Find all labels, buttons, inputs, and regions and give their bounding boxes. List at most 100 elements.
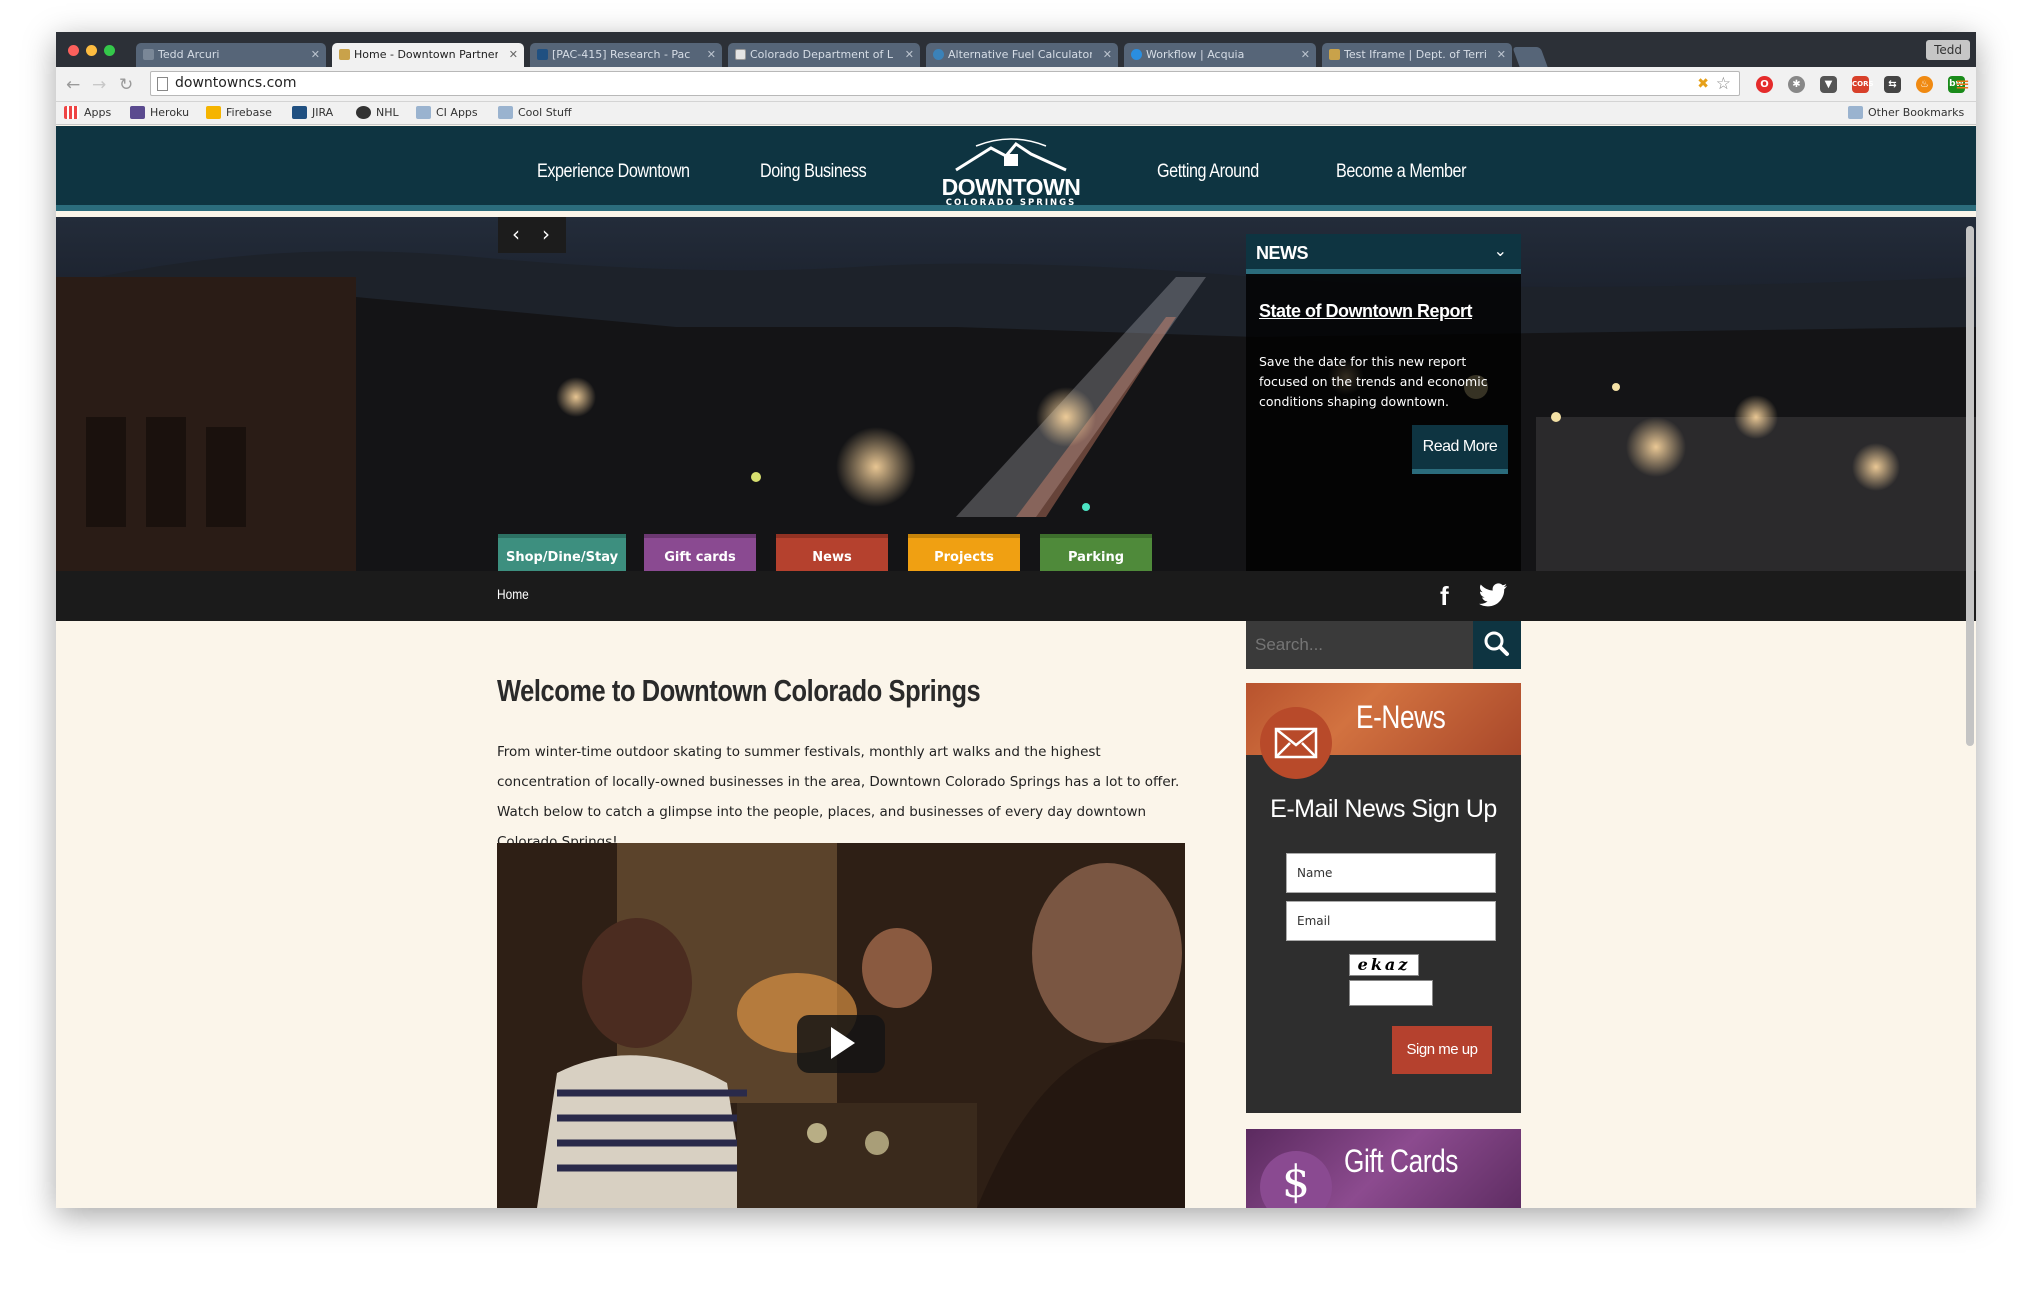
cors-icon[interactable]: CORS xyxy=(1852,76,1874,93)
tab-close-icon[interactable]: ✕ xyxy=(905,43,914,67)
bug-icon[interactable]: ✱ xyxy=(1788,76,1805,93)
tab-close-icon[interactable]: ✕ xyxy=(707,43,716,67)
email-field[interactable]: Email xyxy=(1286,901,1496,941)
new-tab-button[interactable] xyxy=(1512,47,1548,67)
tab[interactable]: Colorado Department of L ✕ xyxy=(728,43,920,67)
mountain-logo-icon xyxy=(955,138,1067,172)
captcha-image: ekaz xyxy=(1349,954,1419,976)
minimize-window-button[interactable] xyxy=(86,45,97,56)
category-gift-cards[interactable]: Gift cards xyxy=(644,534,756,571)
gift-cards-widget[interactable]: $ Gift Cards xyxy=(1246,1129,1521,1208)
news-panel: NEWS ⌄ State of Downtown Report Save the… xyxy=(1246,234,1521,571)
bookmark-star-icon[interactable]: ☆ xyxy=(1716,74,1731,94)
tab-close-icon[interactable]: ✕ xyxy=(1497,43,1506,67)
search-box xyxy=(1246,621,1521,669)
other-bookmarks[interactable]: Other Bookmarks xyxy=(1848,106,1964,119)
chevron-down-icon[interactable]: ⌄ xyxy=(1494,241,1507,260)
tab-close-icon[interactable]: ✕ xyxy=(509,43,518,67)
read-more-button[interactable]: Read More xyxy=(1412,425,1508,474)
tab-close-icon[interactable]: ✕ xyxy=(1301,43,1310,67)
zoom-window-button[interactable] xyxy=(104,45,115,56)
tab-title: Test Iframe | Dept. of Terri xyxy=(1344,48,1486,61)
arrows-icon[interactable]: ⇆ xyxy=(1884,76,1901,93)
bookmark-nhl[interactable]: NHL xyxy=(356,106,399,119)
bookmark-apps[interactable]: Apps xyxy=(64,106,111,119)
forward-arrow-icon[interactable]: → xyxy=(92,75,106,95)
captcha-input[interactable] xyxy=(1349,980,1433,1006)
bookmark-jira[interactable]: JIRA xyxy=(292,106,333,119)
twitter-icon[interactable] xyxy=(1478,583,1508,609)
bookmark-heroku[interactable]: Heroku xyxy=(130,106,189,119)
slider-prev-icon[interactable]: ‹ xyxy=(512,222,520,246)
play-icon xyxy=(831,1027,855,1059)
breadcrumb-bar: Home f xyxy=(56,571,1976,621)
breadcrumb-home[interactable]: Home xyxy=(497,586,529,602)
play-button[interactable] xyxy=(797,1015,885,1073)
slider-next-icon[interactable]: › xyxy=(542,222,550,246)
profile-button[interactable]: Tedd xyxy=(1926,40,1970,60)
category-shop-dine-stay[interactable]: Shop/Dine/Stay xyxy=(498,534,626,571)
enews-signup: E-News E-Mail News Sign Up Name Email ek… xyxy=(1246,683,1521,1113)
folder-icon xyxy=(416,106,431,119)
news-headline-link[interactable]: State of Downtown Report xyxy=(1259,301,1472,322)
tab[interactable]: Alternative Fuel Calculator ✕ xyxy=(926,43,1118,67)
category-parking[interactable]: Parking xyxy=(1040,534,1152,571)
facebook-icon[interactable]: f xyxy=(1440,581,1449,612)
nhl-icon xyxy=(356,106,371,119)
bookmarks-bar: Apps Heroku Firebase JIRA NHL CI Apps Co… xyxy=(56,102,1976,125)
bookmark-ci-apps[interactable]: CI Apps xyxy=(416,106,478,119)
menu-icon[interactable]: ≡ xyxy=(1955,74,1970,95)
fire-icon[interactable]: ♨ xyxy=(1916,76,1933,93)
tab-close-icon[interactable]: ✕ xyxy=(311,43,320,67)
page-title: Welcome to Downtown Colorado Springs xyxy=(497,673,981,708)
tab-title: Home - Downtown Partner xyxy=(354,48,498,61)
url-text[interactable]: downtowncs.com xyxy=(175,75,297,91)
tab[interactable]: Workflow | Acquia ✕ xyxy=(1124,43,1316,67)
logo-main-text: DOWNTOWN xyxy=(941,174,1081,200)
news-panel-header[interactable]: NEWS ⌄ xyxy=(1246,234,1521,274)
address-bar[interactable]: downtowncs.com ✖ ☆ xyxy=(150,71,1740,96)
video-player[interactable] xyxy=(497,843,1185,1208)
search-input[interactable] xyxy=(1246,621,1473,669)
reload-icon[interactable]: ↻ xyxy=(119,75,133,95)
bookmark-cool-stuff[interactable]: Cool Stuff xyxy=(498,106,572,119)
tab-title: [PAC-415] Research - Pac xyxy=(552,48,691,61)
back-arrow-icon[interactable]: ← xyxy=(66,75,80,95)
page-scrollbar[interactable] xyxy=(1966,226,1974,746)
page-icon xyxy=(157,77,168,91)
nav-become-a-member[interactable]: Become a Member xyxy=(1336,161,1466,183)
tab-active[interactable]: Home - Downtown Partner ✕ xyxy=(332,43,524,67)
tab-title: Tedd Arcuri xyxy=(158,48,220,61)
opera-icon[interactable]: O xyxy=(1756,76,1773,93)
name-field[interactable]: Name xyxy=(1286,853,1496,893)
bookmark-firebase[interactable]: Firebase xyxy=(206,106,272,119)
sign-me-up-button[interactable]: Sign me up xyxy=(1392,1026,1492,1074)
logo-sub-text: COLORADO SPRINGS xyxy=(945,198,1077,208)
tab-favicon xyxy=(1131,49,1142,60)
folder-icon xyxy=(498,106,513,119)
nav-getting-around[interactable]: Getting Around xyxy=(1157,161,1259,183)
tab[interactable]: Tedd Arcuri ✕ xyxy=(136,43,326,67)
pocket-icon[interactable]: ▼ xyxy=(1820,76,1837,93)
nav-experience-downtown[interactable]: Experience Downtown xyxy=(537,161,690,183)
category-news[interactable]: News xyxy=(776,534,888,571)
tab-favicon xyxy=(933,49,944,60)
intro-paragraph: From winter-time outdoor skating to summ… xyxy=(497,744,1180,850)
category-projects[interactable]: Projects xyxy=(908,534,1020,571)
tab-title: Colorado Department of L xyxy=(750,48,893,61)
extension-puzzle-icon[interactable]: ✖ xyxy=(1697,76,1709,92)
close-window-button[interactable] xyxy=(68,45,79,56)
web-page: Experience Downtown Doing Business DOWNT… xyxy=(56,126,1976,1208)
tab[interactable]: Test Iframe | Dept. of Terri ✕ xyxy=(1322,43,1512,67)
nav-doing-business[interactable]: Doing Business xyxy=(760,161,867,183)
tab-close-icon[interactable]: ✕ xyxy=(1103,43,1112,67)
tab-favicon xyxy=(537,49,548,60)
tab-title: Alternative Fuel Calculator xyxy=(948,48,1092,61)
tab[interactable]: [PAC-415] Research - Pac ✕ xyxy=(530,43,722,67)
search-button[interactable] xyxy=(1473,621,1521,669)
heroku-icon xyxy=(130,106,145,119)
news-panel-title: NEWS xyxy=(1256,243,1309,263)
site-logo[interactable]: DOWNTOWN COLORADO SPRINGS xyxy=(936,136,1086,208)
main-content: Welcome to Downtown Colorado Springs Fro… xyxy=(56,621,1976,1208)
browser-toolbar: ← → ↻ downtowncs.com ✖ ☆ O ✱ ▼ CORS ⇆ ♨ … xyxy=(56,67,1976,102)
